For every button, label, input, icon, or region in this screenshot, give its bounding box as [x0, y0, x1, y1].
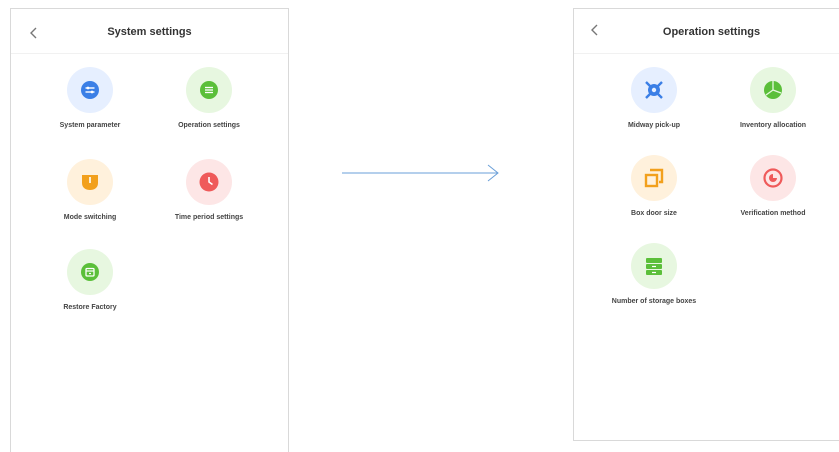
verification-method-icon: [763, 168, 783, 188]
transition-arrow: [342, 164, 499, 182]
box-door-size-icon: [644, 168, 664, 188]
clock-icon: [199, 172, 219, 192]
menu-item-system-parameter[interactable]: System parameter: [30, 67, 150, 129]
page-title: System settings: [107, 26, 192, 38]
header: Operation settings: [574, 9, 839, 54]
menu-item-time-period-settings[interactable]: Time period settings: [149, 159, 269, 221]
pie-chart-icon: [764, 81, 782, 99]
storage-boxes-icon: [646, 258, 662, 275]
menu-item-number-of-storage-boxes[interactable]: Number of storage boxes: [594, 243, 714, 305]
icon-circle: [186, 67, 232, 113]
menu-item-operation-settings[interactable]: Operation settings: [149, 67, 269, 129]
menu-item-label: Midway pick-up: [627, 122, 681, 129]
menu-item-verification-method[interactable]: Verification method: [713, 155, 833, 217]
mode-switching-icon: [82, 175, 98, 190]
icon-circle: [750, 67, 796, 113]
operation-settings-screen: Operation settings Midway pick-up Invent…: [573, 8, 839, 441]
menu-item-label: Inventory allocation: [739, 122, 807, 129]
menu-item-inventory-allocation[interactable]: Inventory allocation: [713, 67, 833, 129]
icon-circle: [186, 159, 232, 205]
icon-circle: [67, 249, 113, 295]
icon-circle: [631, 243, 677, 289]
menu-item-label: Time period settings: [174, 214, 244, 221]
system-settings-screen: System settings System parameter Operati…: [10, 8, 289, 452]
icon-circle: [631, 155, 677, 201]
menu-item-label: System parameter: [59, 122, 121, 129]
system-parameter-icon: [81, 81, 99, 99]
menu-item-mode-switching[interactable]: Mode switching: [30, 159, 150, 221]
menu-item-box-door-size[interactable]: Box door size: [594, 155, 714, 217]
menu-item-label: Box door size: [631, 210, 677, 217]
icon-circle: [67, 159, 113, 205]
icon-circle: [67, 67, 113, 113]
menu-item-label: Restore Factory: [63, 304, 117, 311]
menu-item-label: Mode switching: [63, 214, 117, 221]
menu-item-restore-factory[interactable]: Restore Factory: [30, 249, 150, 311]
operation-settings-icon: [200, 81, 218, 99]
menu-item-midway-pick-up[interactable]: Midway pick-up: [594, 67, 714, 129]
icon-circle: [750, 155, 796, 201]
page-title: Operation settings: [662, 26, 761, 38]
menu-item-label: Number of storage boxes: [611, 298, 697, 305]
menu-item-label: Verification method: [740, 210, 806, 217]
menu-item-label: Operation settings: [178, 122, 240, 129]
icon-circle: [631, 67, 677, 113]
restore-factory-icon: [81, 263, 99, 281]
header: System settings: [11, 9, 288, 54]
midway-pickup-icon: [645, 81, 663, 99]
